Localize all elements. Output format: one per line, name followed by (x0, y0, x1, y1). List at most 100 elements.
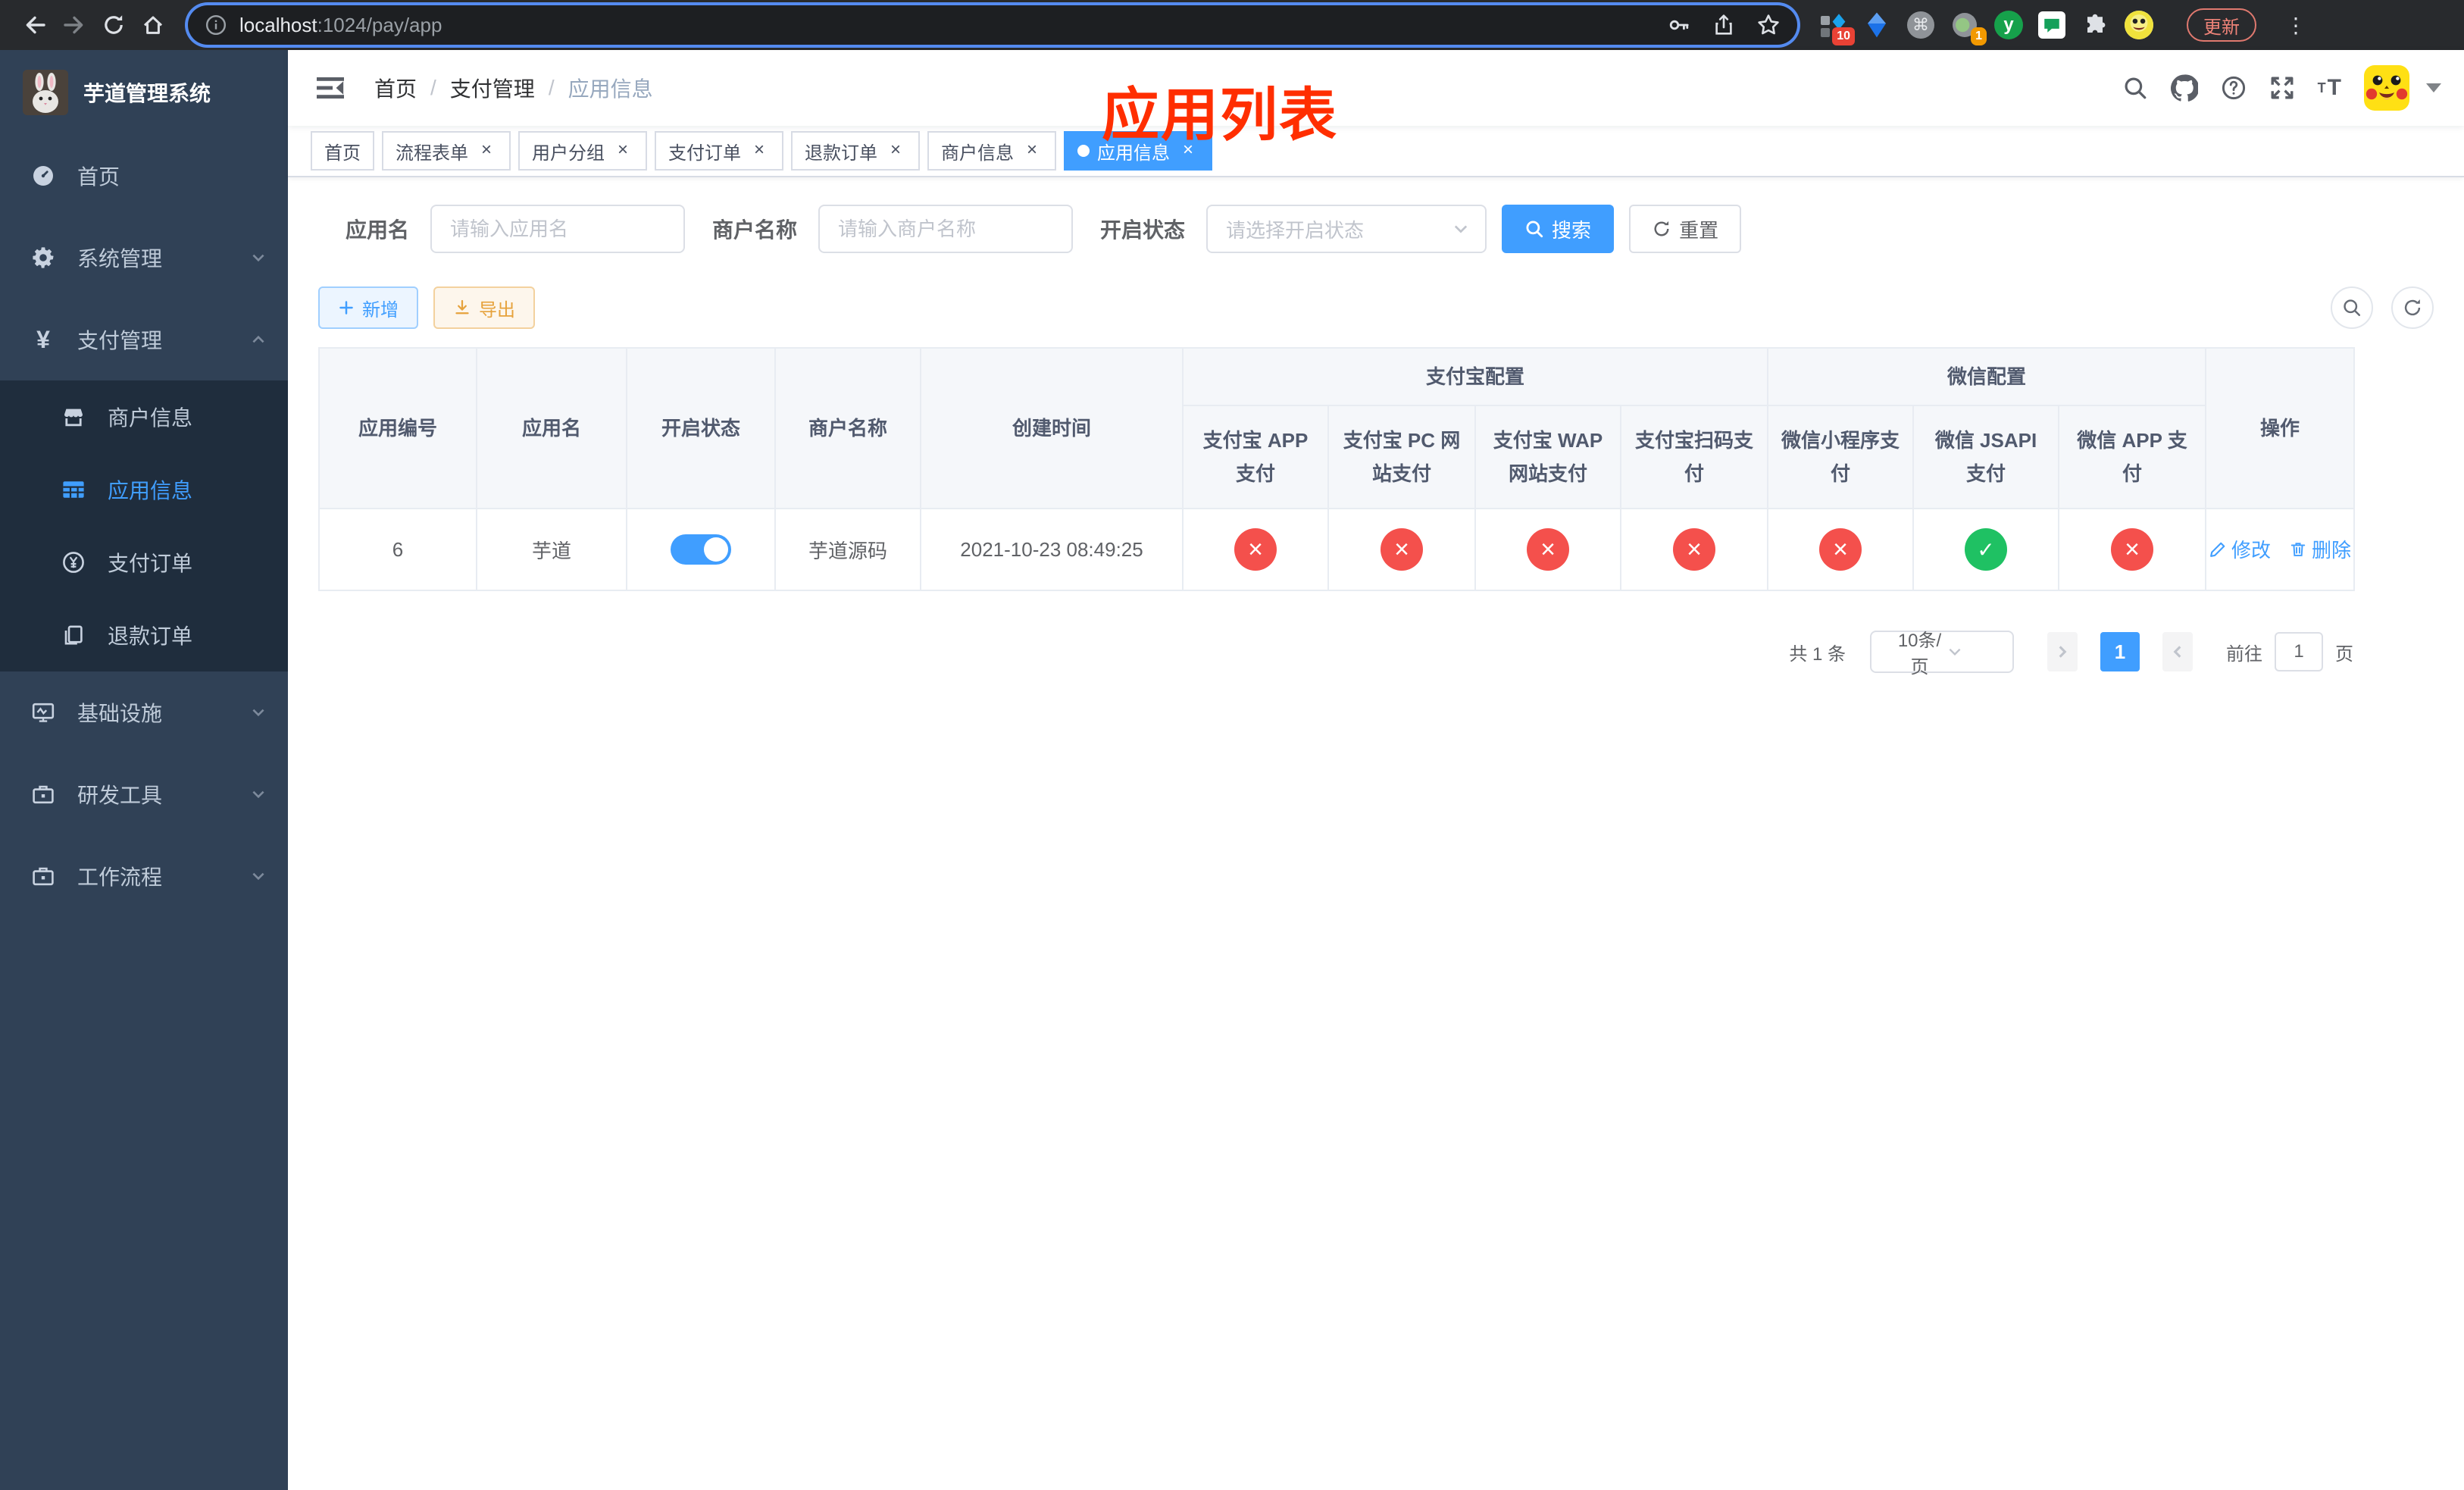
sidebar-item-workflow[interactable]: 工作流程 (0, 835, 288, 917)
next-page-button[interactable] (2162, 632, 2193, 671)
status-label: 开启状态 (1100, 218, 1186, 242)
chevron-down-icon (250, 249, 267, 266)
breadcrumb-separator: / (430, 76, 436, 99)
page-number-current[interactable]: 1 (2100, 632, 2140, 671)
chevron-down-icon (1946, 643, 2000, 660)
home-icon[interactable] (133, 5, 173, 45)
tag-process-form[interactable]: 流程表单 (382, 131, 511, 171)
status-wechat-mini (1819, 528, 1862, 571)
add-button[interactable]: 新增 (318, 286, 418, 329)
record-ext-icon[interactable]: 1 (1950, 11, 1987, 45)
shop-icon (61, 405, 86, 429)
merchant-name-input[interactable] (818, 205, 1074, 253)
sidebar-item-payment[interactable]: ¥ 支付管理 (0, 299, 288, 380)
sidebar-item-home[interactable]: 首页 (0, 135, 288, 217)
sidebar-item-label: 支付订单 (108, 552, 193, 575)
question-icon[interactable] (2221, 75, 2247, 101)
export-button[interactable]: 导出 (433, 286, 535, 329)
close-icon[interactable] (612, 140, 633, 161)
monitor-icon (30, 700, 56, 725)
caret-down-icon[interactable] (2426, 83, 2441, 92)
page-content: 应用名 商户名称 开启状态 请选择开启状态 搜索 重置 (288, 177, 2464, 1490)
group-header-wechat: 微信配置 (1767, 347, 2207, 406)
gear-icon (30, 246, 56, 270)
prev-page-button[interactable] (2047, 632, 2078, 671)
reload-icon[interactable] (94, 5, 133, 45)
chat-ext-icon[interactable] (2038, 11, 2065, 39)
status-wechat-jsapi (1965, 528, 2008, 571)
tag-refund-order[interactable]: 退款订单 (791, 131, 920, 171)
status-select[interactable]: 请选择开启状态 (1206, 205, 1487, 253)
sidebar-item-system[interactable]: 系统管理 (0, 217, 288, 299)
sidebar-item-dev-tools[interactable]: 研发工具 (0, 753, 288, 835)
edit-link[interactable]: 修改 (2209, 535, 2271, 563)
column-header: 微信小程序支付 (1767, 405, 1915, 509)
breadcrumb: 首页 / 支付管理 / 应用信息 (374, 73, 653, 103)
forward-icon[interactable] (55, 5, 94, 45)
tag-merchant-info[interactable]: 商户信息 (927, 131, 1056, 171)
goto-page-input[interactable] (2275, 632, 2323, 671)
sidebar-item-label: 工作流程 (77, 866, 163, 889)
refresh-button[interactable] (2391, 286, 2434, 329)
sidebar-item-pay-order[interactable]: 支付订单 (0, 526, 288, 599)
chevron-down-icon (250, 786, 267, 803)
sidebar-logo[interactable]: 芋道管理系统 (0, 50, 288, 135)
toggle-search-button[interactable] (2331, 286, 2373, 329)
star-icon[interactable] (1756, 13, 1781, 37)
column-header-actions: 操作 (2205, 347, 2356, 509)
cell-app-name: 芋道 (476, 508, 627, 591)
briefcase-icon (30, 782, 56, 806)
breadcrumb-home[interactable]: 首页 (374, 73, 417, 103)
sidebar-item-merchant-info[interactable]: 商户信息 (0, 380, 288, 453)
sidebar-item-refund-order[interactable]: 退款订单 (0, 599, 288, 671)
close-icon[interactable] (1021, 140, 1043, 161)
fullscreen-icon[interactable] (2269, 75, 2295, 101)
tag-home[interactable]: 首页 (311, 131, 374, 171)
status-alipay-qr (1673, 528, 1715, 571)
key-icon[interactable] (1667, 13, 1691, 37)
breadcrumb-payment[interactable]: 支付管理 (450, 73, 535, 103)
sidebar-item-label: 首页 (77, 165, 120, 189)
close-icon[interactable] (749, 140, 770, 161)
grid-ext-icon[interactable]: 10 (1818, 11, 1855, 45)
dashboard-icon (30, 164, 56, 188)
hamburger-fold-icon[interactable] (311, 76, 350, 100)
sidebar-item-infrastructure[interactable]: 基础设施 (0, 671, 288, 753)
y-ext-icon[interactable] (1994, 11, 2023, 39)
app-name-input[interactable] (430, 205, 686, 253)
info-icon[interactable] (205, 14, 227, 36)
search-icon[interactable] (2122, 75, 2148, 101)
document-icon (61, 623, 86, 647)
font-size-icon[interactable] (2318, 75, 2341, 101)
url-bar[interactable]: localhost:1024/pay/app (188, 5, 1797, 45)
share-icon[interactable] (1712, 13, 1735, 37)
table-toolbar: 新增 导出 (318, 286, 2434, 329)
kite-ext-icon[interactable] (1862, 11, 1891, 39)
command-ext-icon[interactable] (1906, 11, 1935, 39)
screen: localhost:1024/pay/app 10 ⌘ 1 y 更新 ⋮ 芋道管… (0, 0, 2464, 1490)
sidebar-item-app-info[interactable]: 应用信息 (0, 453, 288, 526)
group-header-alipay: 支付宝配置 (1181, 347, 1769, 406)
puzzle-icon[interactable] (2081, 11, 2109, 39)
app-name-label: 应用名 (346, 218, 410, 242)
close-icon[interactable] (476, 140, 497, 161)
user-avatar[interactable] (2364, 65, 2409, 111)
more-vert-icon[interactable] (2284, 13, 2308, 38)
enabled-toggle[interactable] (671, 534, 731, 565)
github-icon[interactable] (2170, 74, 2198, 102)
search-button[interactable]: 搜索 (1502, 205, 1615, 253)
tag-pay-order[interactable]: 支付订单 (655, 131, 783, 171)
briefcase-icon (30, 864, 56, 888)
page-size-select[interactable]: 10条/页 (1870, 631, 2014, 678)
merchant-name-label: 商户名称 (712, 218, 798, 242)
browser-update-button[interactable]: 更新 (2187, 8, 2256, 42)
column-header: 支付宝扫码支付 (1619, 405, 1769, 509)
sidebar-item-label: 研发工具 (77, 784, 163, 807)
profile-avatar[interactable] (2125, 11, 2153, 39)
close-icon[interactable] (885, 140, 906, 161)
delete-link[interactable]: 删除 (2289, 535, 2351, 563)
tag-user-group[interactable]: 用户分组 (518, 131, 647, 171)
reset-button[interactable]: 重置 (1629, 205, 1742, 253)
app-navbar: 首页 / 支付管理 / 应用信息 (288, 50, 2464, 126)
back-icon[interactable] (15, 5, 55, 45)
